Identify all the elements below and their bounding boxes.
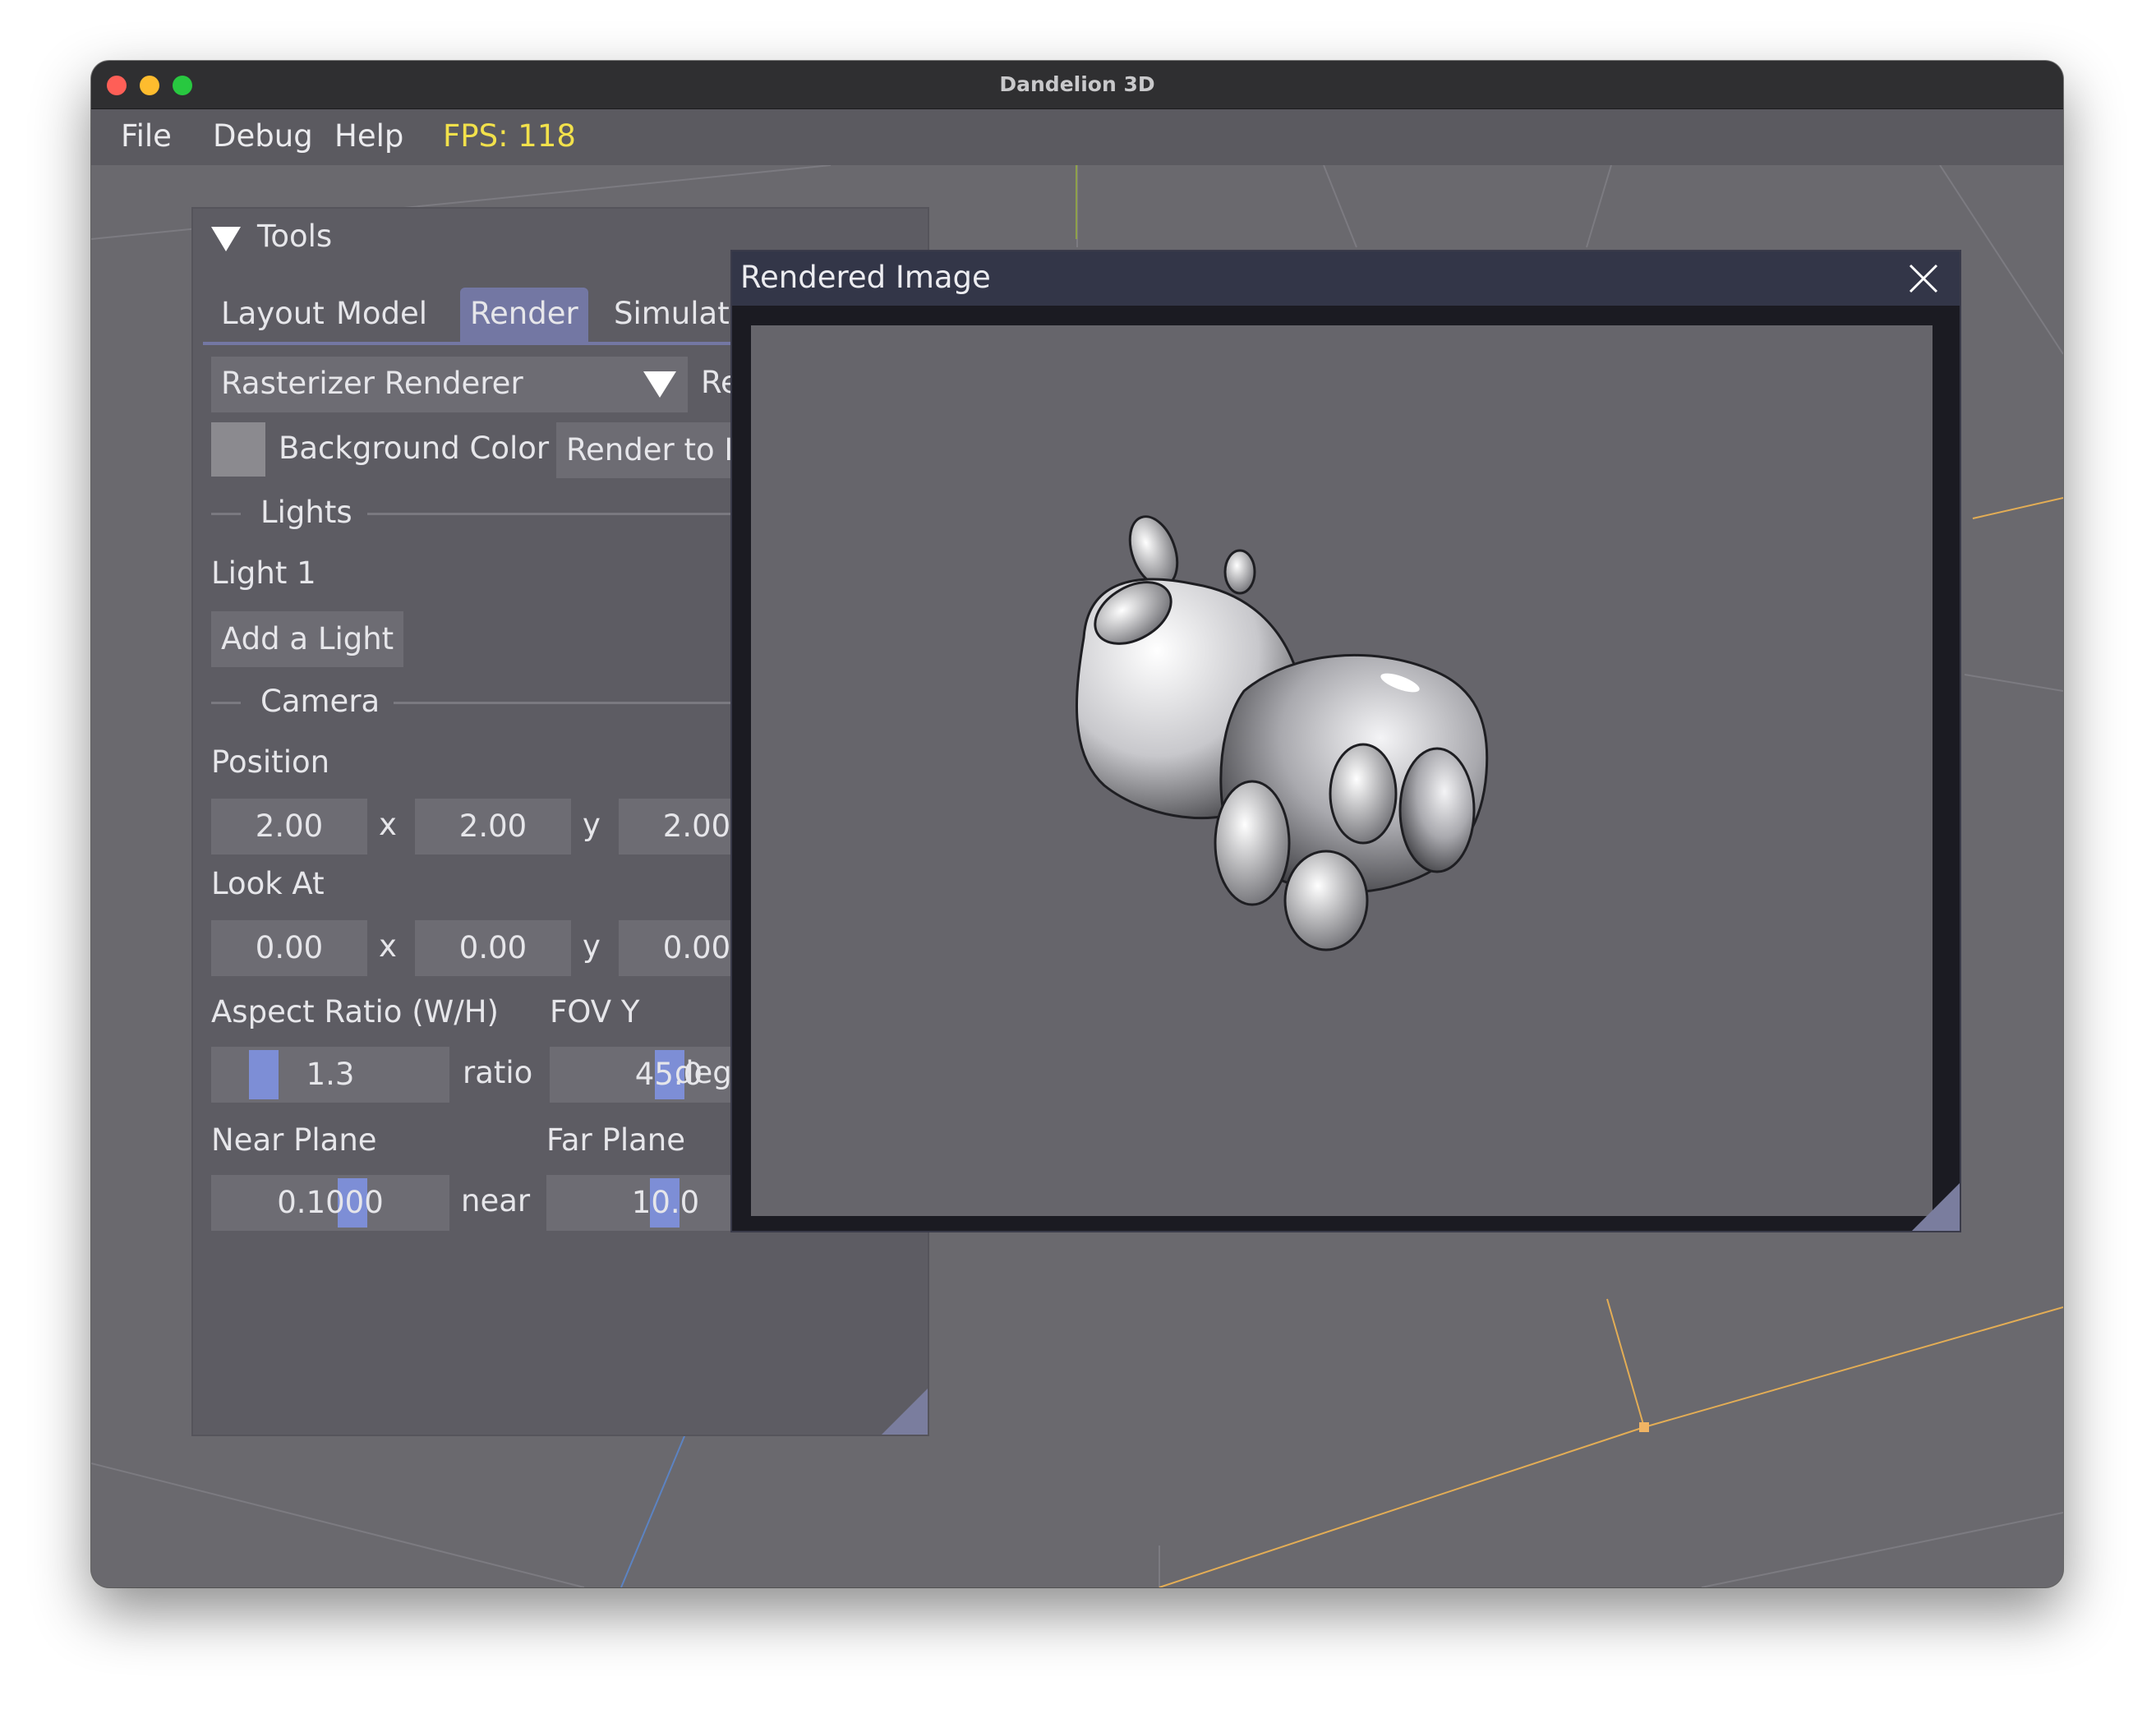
lights-section-label: Lights (260, 495, 352, 530)
axis-line-orange (1606, 1298, 1645, 1428)
close-icon[interactable] (1907, 262, 1940, 295)
aspect-ratio-suffix: ratio (463, 1055, 533, 1090)
chevron-down-icon (643, 371, 676, 398)
collapse-arrow-icon[interactable] (211, 227, 241, 251)
menu-help[interactable]: Help (334, 118, 403, 154)
near-plane-value: 0.1000 (277, 1185, 384, 1220)
rendered-3d-model (1076, 515, 1489, 951)
position-label: Position (211, 744, 330, 780)
look-at-label: Look At (211, 866, 325, 901)
rendered-image-title: Rendered Image (740, 260, 991, 295)
title-bar[interactable]: Dandelion 3D (91, 61, 2063, 109)
tab-render[interactable]: Render (460, 288, 588, 342)
renderer-select[interactable]: Rasterizer Renderer (211, 357, 688, 412)
light-1-label[interactable]: Light 1 (211, 555, 316, 591)
position-x-input[interactable]: 2.00 (211, 799, 367, 854)
renderer-select-value: Rasterizer Renderer (221, 366, 523, 401)
rendered-image (751, 325, 1933, 1216)
camera-separator (211, 702, 241, 704)
fps-counter: FPS: 118 (443, 118, 576, 154)
tools-header[interactable]: Tools (257, 219, 332, 254)
look-at-x-input[interactable]: 0.00 (211, 920, 367, 976)
tab-model[interactable]: Model (326, 288, 437, 342)
add-light-button[interactable]: Add a Light (211, 611, 404, 667)
position-y-suffix: y (583, 807, 601, 842)
axis-line-orange (1643, 1306, 2063, 1428)
app-window: Dandelion 3D File Debug Help FPS: 118 To… (91, 61, 2063, 1587)
look-at-x-suffix: x (379, 928, 397, 964)
position-x-suffix: x (379, 807, 397, 842)
tab-layout[interactable]: Layout (211, 288, 334, 342)
position-y-input[interactable]: 2.00 (415, 799, 571, 854)
near-plane-label: Near Plane (211, 1122, 377, 1158)
fov-label: FOV Y (550, 994, 640, 1030)
look-at-y-suffix: y (583, 928, 601, 964)
look-at-y-input[interactable]: 0.00 (415, 920, 571, 976)
rendered-image-window[interactable]: Rendered Image (730, 250, 1961, 1232)
axis-line-orange (1159, 1426, 1645, 1587)
axis-line-orange (1972, 497, 2063, 519)
resize-grip[interactable] (1912, 1183, 1960, 1231)
far-plane-label: Far Plane (546, 1122, 686, 1158)
origin-marker (1639, 1422, 1649, 1432)
slider-grab[interactable] (249, 1050, 279, 1099)
rendered-image-title-bar[interactable]: Rendered Image (732, 251, 1960, 306)
background-color-swatch[interactable] (211, 422, 265, 477)
window-title: Dandelion 3D (999, 72, 1155, 96)
camera-section-label: Camera (260, 684, 380, 719)
menu-bar: File Debug Help FPS: 118 (91, 109, 2063, 165)
fov-suffix: deg (675, 1055, 732, 1090)
near-plane-suffix: near (461, 1183, 531, 1218)
lights-separator (211, 513, 241, 515)
background-color-label: Background Color (279, 431, 550, 466)
near-plane-slider[interactable]: 0.1000 (211, 1175, 449, 1231)
far-plane-value: 10.0 (631, 1185, 700, 1220)
aspect-ratio-label: Aspect Ratio (W/H) (211, 994, 499, 1030)
aspect-ratio-slider[interactable]: 1.3 (211, 1047, 449, 1103)
menu-debug[interactable]: Debug (213, 118, 313, 154)
aspect-ratio-value: 1.3 (306, 1057, 355, 1092)
menu-file[interactable]: File (121, 118, 172, 154)
resize-grip[interactable] (882, 1389, 928, 1435)
